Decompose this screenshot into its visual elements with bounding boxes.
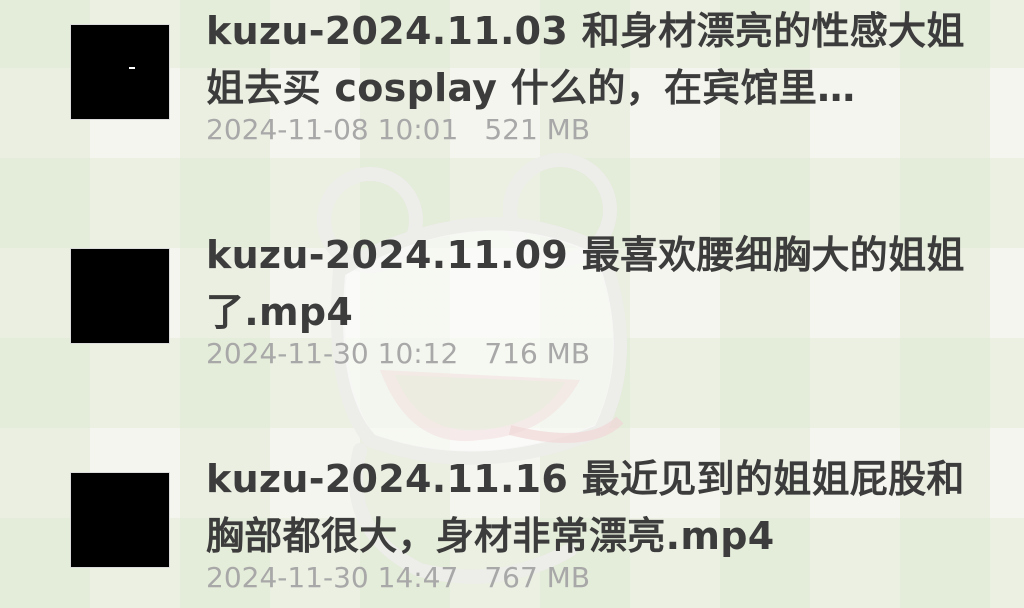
video-thumbnail[interactable] — [70, 24, 170, 120]
file-size: 767 MB — [484, 561, 591, 594]
thumbnail-speck — [129, 67, 135, 69]
file-meta: 2024-11-30 14:47 767 MB — [206, 561, 590, 595]
file-row[interactable]: kuzu-2024.11.03 和身材漂亮的性感大姐姐去买 cosplay 什么… — [0, 0, 1024, 160]
file-row[interactable]: kuzu-2024.11.16 最近见到的姐姐屁股和胸部都很大，身材非常漂亮.m… — [0, 448, 1024, 608]
file-size: 716 MB — [484, 337, 591, 370]
file-meta: 2024-11-30 10:12 716 MB — [206, 337, 590, 371]
file-date: 2024-11-08 10:01 — [206, 113, 459, 146]
file-title[interactable]: kuzu-2024.11.09 最喜欢腰细胸大的姐姐了.mp4 — [206, 227, 966, 341]
file-meta: 2024-11-08 10:01 521 MB — [206, 113, 590, 147]
file-title[interactable]: kuzu-2024.11.03 和身材漂亮的性感大姐姐去买 cosplay 什么… — [206, 3, 966, 117]
file-row[interactable]: kuzu-2024.11.09 最喜欢腰细胸大的姐姐了.mp4 2024-11-… — [0, 224, 1024, 384]
file-size: 521 MB — [484, 113, 591, 146]
video-thumbnail[interactable] — [70, 472, 170, 568]
file-list: kuzu-2024.11.03 和身材漂亮的性感大姐姐去买 cosplay 什么… — [0, 0, 1024, 608]
file-title[interactable]: kuzu-2024.11.16 最近见到的姐姐屁股和胸部都很大，身材非常漂亮.m… — [206, 451, 966, 565]
video-thumbnail[interactable] — [70, 248, 170, 344]
file-date: 2024-11-30 10:12 — [206, 337, 459, 370]
file-date: 2024-11-30 14:47 — [206, 561, 459, 594]
